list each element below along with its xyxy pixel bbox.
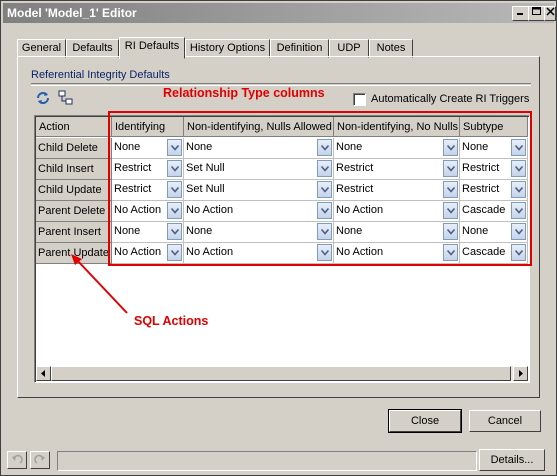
status-message-field [57, 451, 477, 471]
close-button[interactable]: Close [388, 409, 462, 433]
undo-button[interactable] [7, 451, 27, 469]
tab-ri-defaults[interactable]: RI Defaults [119, 37, 185, 59]
sql-actions-annotation: SQL Actions [134, 314, 209, 328]
redo-button[interactable] [30, 451, 50, 469]
status-bar: Details... [5, 449, 552, 471]
redo-icon [34, 454, 45, 464]
undo-icon [12, 454, 23, 464]
details-button[interactable]: Details... [479, 449, 545, 471]
editor-window: Model 'Model_1' Editor General Defaults … [0, 0, 557, 476]
cancel-button[interactable]: Cancel [469, 410, 541, 432]
sql-actions-arrow [71, 254, 128, 314]
